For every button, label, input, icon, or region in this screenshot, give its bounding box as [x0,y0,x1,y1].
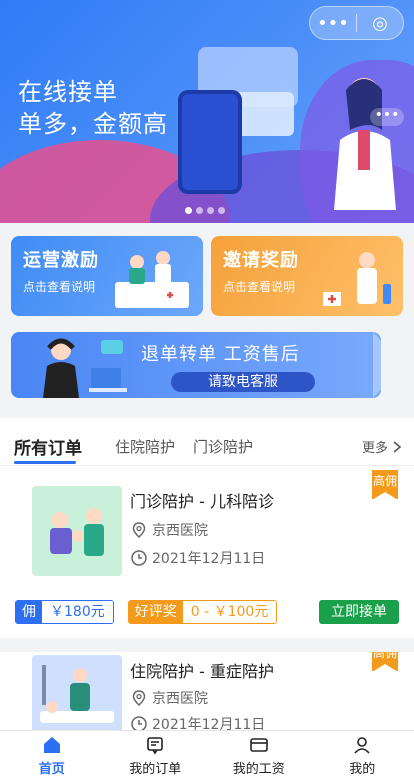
clock-icon [131,550,147,566]
nav-label: 我的 [349,761,376,777]
customer-service-banner[interactable]: 退单转单 工资售后 请致电客服 [11,332,381,398]
tab-outpatient-care[interactable]: 门诊陪护 [193,436,253,457]
nav-label: 首页 [38,761,65,777]
promo-subtitle: 点击查看说明 [23,280,96,294]
carousel-dot[interactable] [218,207,225,214]
promo-title: 运营激励 [23,250,99,271]
nav-my-wages[interactable]: 我的工资 [207,731,311,780]
more-dots-icon: ••• [374,107,400,123]
location-pin-icon [132,690,146,707]
more-label: 更多 [361,441,388,456]
promo-subtitle: 点击查看说明 [223,280,296,294]
wallet-icon [249,737,268,752]
user-icon [354,736,370,754]
call-service-button[interactable]: 请致电客服 [171,372,315,392]
clock-icon [131,716,147,730]
pediatric-care-thumbnail [32,486,122,576]
icu-care-thumbnail [32,655,122,730]
section-divider [0,638,414,652]
nav-label: 我的订单 [129,761,182,777]
commission-tag: 佣 ￥180元 [15,600,114,624]
bottom-navigation: 首页 我的订单 我的工资 我的 [0,730,414,780]
order-hospital: 京西医院 [130,688,208,708]
more-dots-icon: ••• [317,12,349,34]
nav-label: 我的工资 [232,761,285,777]
banner-subtitle: 单多，金额高 [18,110,168,138]
invite-reward-card[interactable]: 邀请奖励 点击查看说明 [211,236,403,316]
more-menu-button[interactable]: ••• [310,13,356,34]
banner-title: 在线接单 [18,78,118,106]
date-text: 2021年12月11日 [152,717,266,730]
order-date: 2021年12月11日 [130,714,265,730]
order-title: 门诊陪护 - 儿科陪诊 [130,492,274,511]
chevron-right-icon [393,440,402,453]
home-icon [43,736,60,753]
carousel-indicator [185,207,225,214]
banner-more-button[interactable]: ••• [370,108,404,126]
phone-illustration [178,90,242,194]
nav-mine[interactable]: 我的 [311,731,414,780]
high-commission-ribbon: 高佣 [372,470,398,500]
nav-home[interactable]: 首页 [0,731,104,780]
tab-inpatient-care[interactable]: 住院陪护 [115,436,175,457]
target-circle-icon: ◎ [372,12,388,34]
good-review-bonus-tag: 好评奖 0 - ￥100元 [127,600,278,624]
active-tab-indicator [14,461,76,464]
order-list-icon [147,736,164,754]
carousel-dot[interactable] [185,207,192,214]
doctor-illustration [334,78,396,210]
operation-incentive-card[interactable]: 运营激励 点击查看说明 [11,236,203,316]
hero-banner[interactable]: 在线接单 单多，金额高 ••• ◎ ••• [0,0,414,223]
accept-order-button[interactable]: 立即接单 [319,600,399,624]
customer-service-agent-illustration [43,338,127,398]
promo-title: 邀请奖励 [223,250,299,271]
order-date: 2021年12月11日 [130,548,265,568]
hospital-name: 京西医院 [152,523,208,539]
bonus-value: 0 - ￥100元 [182,601,277,623]
order-tabs: 所有订单 住院陪护 门诊陪护 更多 [0,418,414,466]
carousel-dot[interactable] [196,207,203,214]
tab-all-orders[interactable]: 所有订单 [14,434,82,459]
nurses-desk-illustration [115,251,189,308]
nav-my-orders[interactable]: 我的订单 [104,731,208,780]
doctor-medicine-illustration [323,252,391,306]
order-title: 住院陪护 - 重症陪护 [130,662,274,681]
high-commission-ribbon: 高佣 [372,652,398,672]
carousel-dot[interactable] [207,207,214,214]
commission-value: ￥180元 [42,601,113,623]
close-mini-program-button[interactable]: ◎ [357,13,403,34]
service-title: 退单转单 工资售后 [141,344,300,365]
commission-label: 佣 [16,601,42,623]
location-pin-icon [132,522,146,539]
chevron-right-decoration [373,332,381,398]
order-price-row: 佣 ￥180元 好评奖 0 - ￥100元 立即接单 [15,600,399,624]
hospital-name: 京西医院 [152,691,208,707]
mini-program-capsule: ••• ◎ [309,6,404,40]
order-card[interactable]: 住院陪护 - 重症陪护 京西医院 2021年12月11日 高佣 [0,652,414,730]
more-link[interactable]: 更多 [362,437,402,456]
order-hospital: 京西医院 [130,520,208,540]
date-text: 2021年12月11日 [152,551,266,567]
bonus-label: 好评奖 [128,601,183,623]
